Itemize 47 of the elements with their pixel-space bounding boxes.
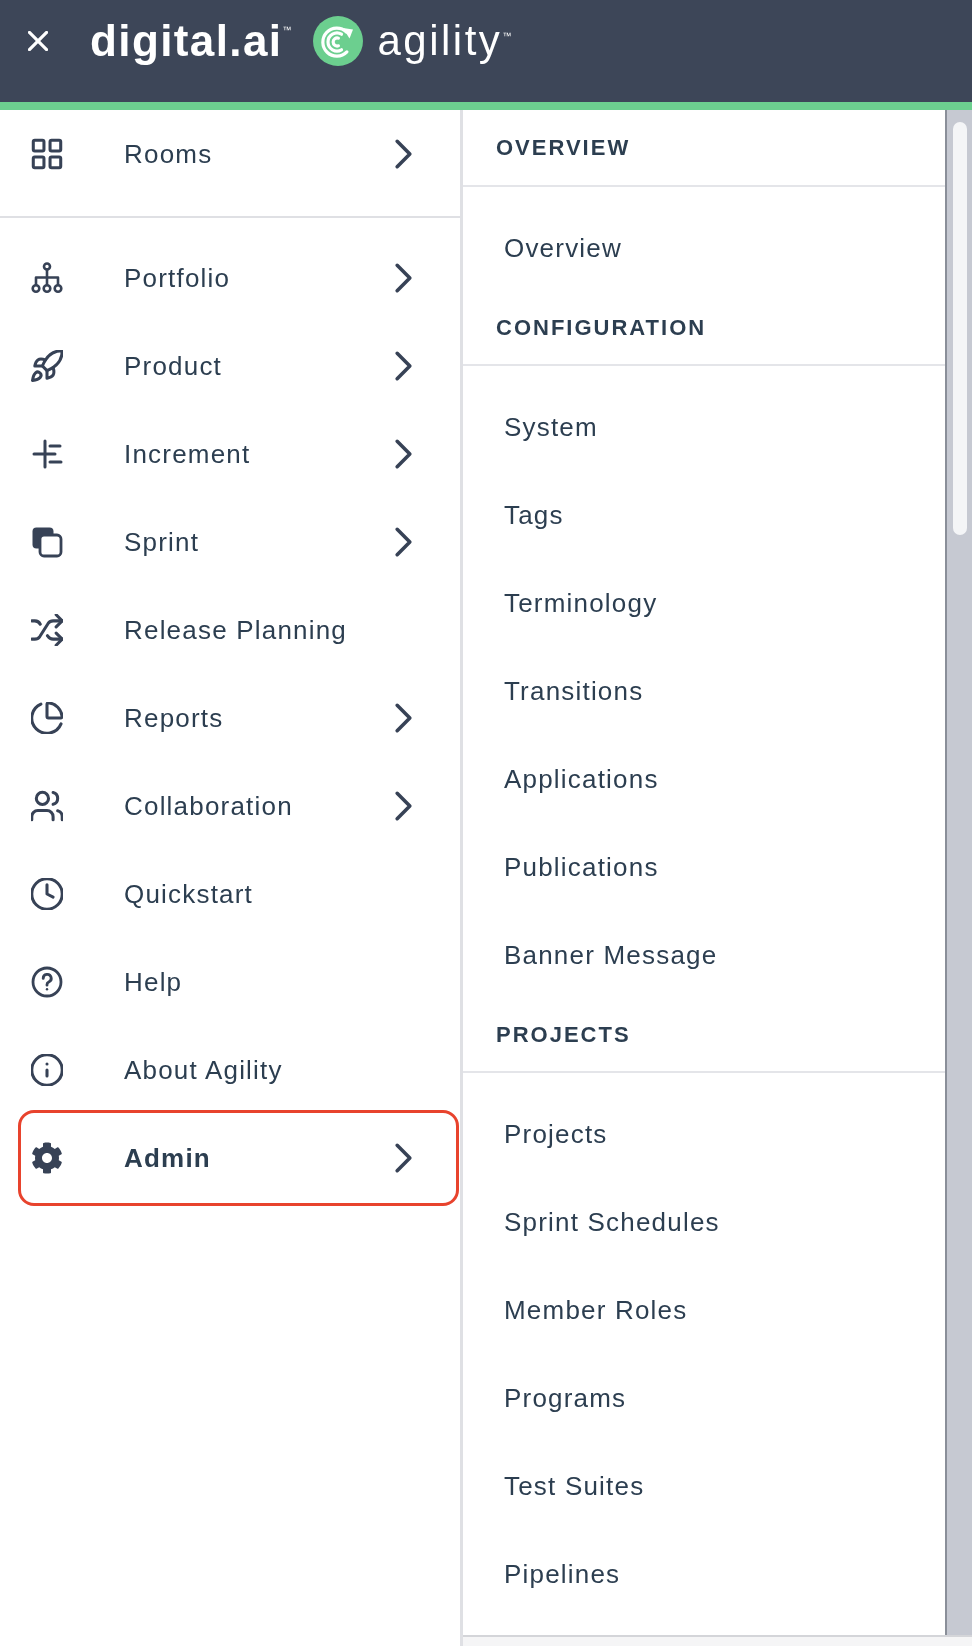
menu-link[interactable]: Programs bbox=[504, 1385, 627, 1411]
info-icon bbox=[31, 1054, 63, 1086]
grid-icon bbox=[31, 138, 63, 170]
pie-chart-icon bbox=[31, 702, 63, 734]
nav-item[interactable]: Product bbox=[18, 322, 459, 410]
menu-link[interactable]: Projects bbox=[504, 1121, 608, 1147]
clock-icon bbox=[31, 878, 63, 910]
users-icon bbox=[31, 790, 63, 822]
menu-link[interactable]: Sprint Schedules bbox=[504, 1209, 720, 1235]
menu-link[interactable]: System bbox=[504, 414, 598, 440]
logo-icon bbox=[313, 16, 364, 66]
menu-link[interactable]: Banner Message bbox=[504, 942, 718, 968]
nav-item[interactable]: Rooms bbox=[18, 110, 459, 198]
close-icon[interactable] bbox=[28, 31, 48, 51]
nav-item[interactable]: Sprint bbox=[18, 498, 459, 586]
trademark-mark: ™ bbox=[282, 26, 292, 35]
menu-link[interactable]: Terminology bbox=[504, 590, 658, 616]
menu-link[interactable]: Publications bbox=[504, 854, 659, 880]
nav-item[interactable]: Help bbox=[18, 938, 459, 1026]
nav-item[interactable]: Reports bbox=[18, 674, 459, 762]
brand-name: digital.ai bbox=[90, 19, 283, 63]
menu-link[interactable]: Transitions bbox=[504, 678, 644, 704]
menu-link[interactable]: Test Suites bbox=[504, 1473, 645, 1499]
menu-link[interactable]: Member Roles bbox=[504, 1297, 688, 1323]
nav-item[interactable]: Quickstart bbox=[18, 850, 459, 938]
section-heading: OVERVIEW bbox=[496, 136, 631, 159]
menu-link[interactable]: Overview bbox=[504, 235, 622, 261]
menu-link[interactable]: Pipelines bbox=[504, 1561, 621, 1587]
settings-icon bbox=[31, 1142, 63, 1174]
shuffle-icon bbox=[31, 614, 63, 646]
menu-link[interactable]: Tags bbox=[504, 502, 564, 528]
rocket-icon bbox=[31, 350, 63, 382]
nav-item[interactable]: Collaboration bbox=[18, 762, 459, 850]
nav-item[interactable]: Release Planning bbox=[18, 586, 459, 674]
hierarchy-icon bbox=[31, 262, 63, 294]
scrollbar-thumb[interactable] bbox=[953, 122, 967, 535]
nav-item[interactable]: Portfolio bbox=[18, 234, 459, 322]
trademark-mark: ™ bbox=[502, 32, 512, 41]
nav-item[interactable]: Increment bbox=[18, 410, 459, 498]
help-icon bbox=[31, 966, 63, 998]
section-heading: CONFIGURATION bbox=[496, 317, 707, 339]
menu-link[interactable]: Applications bbox=[504, 766, 659, 792]
split-lines-icon bbox=[31, 438, 63, 470]
product-name: agility bbox=[377, 20, 503, 62]
section-heading: PROJECTS bbox=[496, 1024, 631, 1046]
nav-item[interactable]: Admin bbox=[18, 1110, 459, 1206]
stacked-squares-icon bbox=[31, 526, 63, 558]
